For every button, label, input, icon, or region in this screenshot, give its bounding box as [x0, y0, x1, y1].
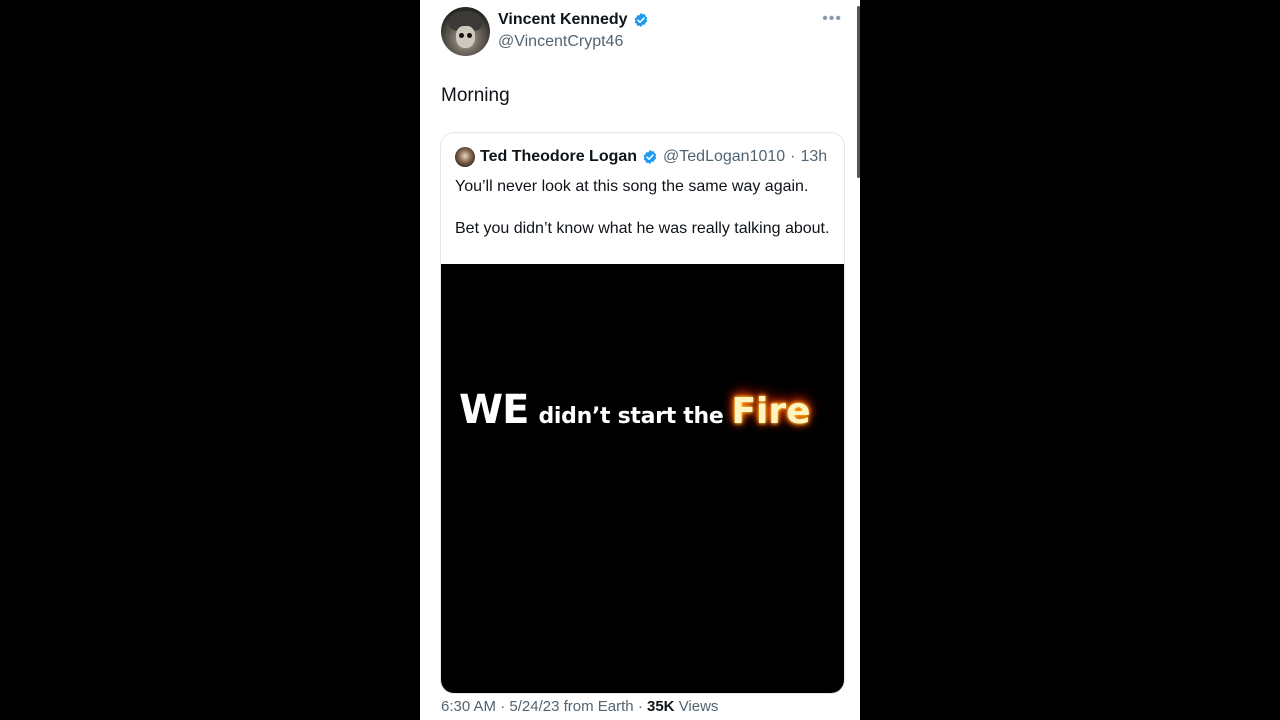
- video-caption: WE didn’t start the Fire: [459, 387, 811, 433]
- caption-we: WE: [459, 387, 529, 433]
- separator-dot: ·: [790, 148, 796, 165]
- caption-fire: Fire: [731, 391, 811, 432]
- views-label: Views: [678, 698, 719, 715]
- tweet-text: Morning: [441, 85, 510, 106]
- author-name-row[interactable]: Vincent Kennedy: [498, 11, 649, 29]
- separator-dot: ·: [637, 698, 643, 715]
- author-handle[interactable]: @VincentCrypt46: [498, 33, 623, 51]
- quoted-tweet-header: Ted Theodore Logan @TedLogan1010 · 13h: [455, 147, 827, 167]
- quoted-author-avatar[interactable]: [455, 147, 475, 167]
- video-media[interactable]: WE didn’t start the Fire: [441, 264, 844, 693]
- quoted-text-line1: You’ll never look at this song the same …: [455, 178, 809, 195]
- tweet-detail-panel: Vincent Kennedy @VincentCrypt46 ••• Morn…: [420, 0, 860, 720]
- tweet-metadata: 6:30 AM · 5/24/23 from Earth · 35K Views: [441, 698, 718, 715]
- separator-dot: ·: [500, 698, 506, 715]
- author-avatar[interactable]: [441, 7, 490, 56]
- quoted-text-line2: Bet you didn’t know what he was really t…: [455, 220, 830, 237]
- scrollbar[interactable]: [857, 6, 860, 178]
- verified-badge-icon: [643, 150, 657, 164]
- verified-badge-icon: [634, 13, 647, 27]
- author-name[interactable]: Vincent Kennedy: [498, 11, 628, 29]
- views-count[interactable]: 35K: [647, 698, 675, 715]
- tweet-date[interactable]: 5/24/23: [509, 698, 559, 715]
- tweet-source: from Earth: [563, 698, 634, 715]
- quoted-author-handle[interactable]: @TedLogan1010: [663, 148, 785, 166]
- quoted-time-ago[interactable]: 13h: [800, 148, 827, 166]
- quoted-tweet-card[interactable]: Ted Theodore Logan @TedLogan1010 · 13h Y…: [440, 132, 845, 694]
- tweet-time[interactable]: 6:30 AM: [441, 698, 496, 715]
- more-options-icon[interactable]: •••: [822, 10, 842, 28]
- quoted-author-name[interactable]: Ted Theodore Logan: [480, 148, 637, 166]
- avatar-face: [456, 26, 475, 48]
- quoted-tweet-text: You’ll never look at this song the same …: [455, 176, 835, 260]
- caption-middle: didn’t start the: [538, 404, 724, 429]
